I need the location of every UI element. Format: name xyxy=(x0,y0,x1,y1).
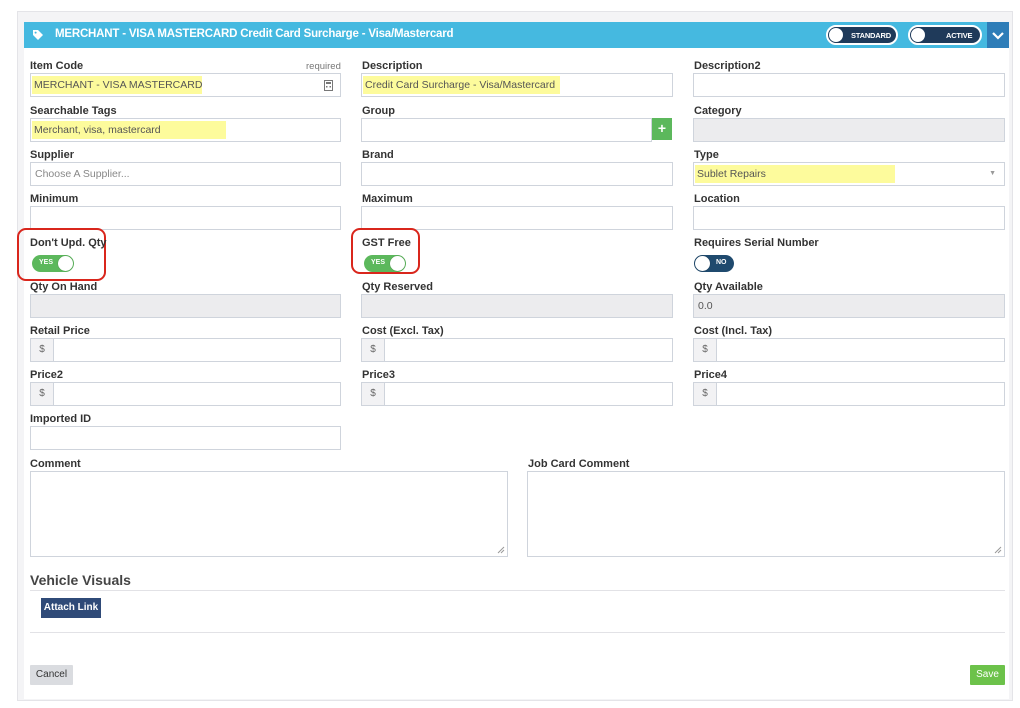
tags-value: Merchant, visa, mastercard xyxy=(34,124,161,136)
category-label: Category xyxy=(694,105,742,117)
brand-input[interactable] xyxy=(361,162,673,186)
price3-input[interactable]: $ xyxy=(361,382,673,406)
title-bar: MERCHANT - VISA MASTERCARD Credit Card S… xyxy=(24,22,1009,48)
caret-down-icon: ▼ xyxy=(989,170,996,177)
item-code-input[interactable]: MERCHANT - VISA MASTERCARD xyxy=(30,73,341,97)
type-label: Type xyxy=(694,149,719,161)
qty-reserved-label: Qty Reserved xyxy=(362,281,433,293)
currency-addon: $ xyxy=(362,339,385,361)
description2-input[interactable] xyxy=(693,73,1005,97)
vehicle-visuals-title: Vehicle Visuals xyxy=(30,572,131,588)
page-title: MERCHANT - VISA MASTERCARD Credit Card S… xyxy=(55,28,454,40)
currency-addon: $ xyxy=(694,383,717,405)
maximum-label: Maximum xyxy=(362,193,413,205)
highlight: Credit Card Surcharge - Visa/Mastercard xyxy=(363,76,560,94)
highlight: MERCHANT - VISA MASTERCARD xyxy=(32,76,202,94)
comment-label: Comment xyxy=(30,458,81,470)
calculator-icon xyxy=(324,80,333,91)
currency-addon: $ xyxy=(694,339,717,361)
price3-label: Price3 xyxy=(362,369,396,381)
toggle-state: NO xyxy=(716,259,727,266)
minimum-input[interactable] xyxy=(30,206,341,230)
price2-input[interactable]: $ xyxy=(30,382,341,406)
tags-label: Searchable Tags xyxy=(30,105,117,117)
cancel-button[interactable]: Cancel xyxy=(30,665,73,685)
item-code-value: MERCHANT - VISA MASTERCARD xyxy=(34,79,203,91)
toggle-knob xyxy=(911,28,925,42)
type-select[interactable]: Sublet Repairs ▼ xyxy=(693,162,1005,186)
toggle-state: YES xyxy=(371,259,386,266)
tag-icon xyxy=(33,30,43,40)
imported-id-label: Imported ID xyxy=(30,413,92,425)
standard-toggle[interactable]: STANDARD xyxy=(826,25,898,45)
supplier-select[interactable]: Choose A Supplier... xyxy=(30,162,341,186)
qty-available-label: Qty Available xyxy=(694,281,763,293)
toggle-knob xyxy=(829,28,843,42)
cost-incl-label: Cost (Incl. Tax) xyxy=(694,325,773,337)
maximum-input[interactable] xyxy=(361,206,673,230)
gst-free-toggle[interactable]: YES xyxy=(364,255,406,272)
supplier-placeholder: Choose A Supplier... xyxy=(35,168,130,180)
add-group-button[interactable]: + xyxy=(652,118,672,140)
highlight: Sublet Repairs xyxy=(695,165,895,183)
divider xyxy=(30,632,1005,633)
dont-upd-qty-toggle[interactable]: YES xyxy=(32,255,74,272)
currency-addon: $ xyxy=(31,383,54,405)
qty-on-hand-label: Qty On Hand xyxy=(30,281,98,293)
chevron-down-icon xyxy=(992,32,1004,40)
comment-textarea[interactable] xyxy=(30,471,508,557)
attach-link-button[interactable]: Attach Link xyxy=(41,598,101,618)
brand-label: Brand xyxy=(362,149,394,161)
description-input[interactable]: Credit Card Surcharge - Visa/Mastercard xyxy=(361,73,673,97)
active-toggle[interactable]: ACTIVE xyxy=(908,25,982,45)
price4-input[interactable]: $ xyxy=(693,382,1005,406)
location-label: Location xyxy=(694,193,740,205)
supplier-label: Supplier xyxy=(30,149,75,161)
active-label: ACTIVE xyxy=(946,31,973,40)
toggle-knob xyxy=(695,256,710,271)
retail-price-input[interactable]: $ xyxy=(30,338,341,362)
serial-toggle[interactable]: NO xyxy=(694,255,734,272)
category-input xyxy=(693,118,1005,142)
dont-upd-qty-label: Don't Upd. Qty xyxy=(30,237,107,249)
divider xyxy=(30,590,1005,591)
toggle-knob xyxy=(58,256,73,271)
cost-excl-label: Cost (Excl. Tax) xyxy=(362,325,444,337)
location-input[interactable] xyxy=(693,206,1005,230)
retail-price-label: Retail Price xyxy=(30,325,90,337)
required-note: required xyxy=(306,61,341,72)
type-value: Sublet Repairs xyxy=(697,168,766,180)
description-value: Credit Card Surcharge - Visa/Mastercard xyxy=(365,79,556,91)
standard-label: STANDARD xyxy=(851,31,891,40)
qty-available-input: 0.0 xyxy=(693,294,1005,318)
qty-reserved-input xyxy=(361,294,673,318)
description2-label: Description2 xyxy=(694,60,761,72)
currency-addon: $ xyxy=(31,339,54,361)
job-card-comment-textarea[interactable] xyxy=(527,471,1005,557)
group-label: Group xyxy=(362,105,395,117)
resize-grip-icon[interactable] xyxy=(994,546,1002,554)
qty-available-value: 0.0 xyxy=(698,300,713,312)
toggle-state: YES xyxy=(39,259,54,266)
tags-input[interactable]: Merchant, visa, mastercard xyxy=(30,118,341,142)
collapse-button[interactable] xyxy=(987,22,1009,48)
save-button[interactable]: Save xyxy=(970,665,1005,685)
minimum-label: Minimum xyxy=(30,193,79,205)
price2-label: Price2 xyxy=(30,369,64,381)
imported-id-input[interactable] xyxy=(30,426,341,450)
serial-label: Requires Serial Number xyxy=(694,237,819,249)
toggle-knob xyxy=(390,256,405,271)
cost-excl-input[interactable]: $ xyxy=(361,338,673,362)
price4-label: Price4 xyxy=(694,369,728,381)
qty-on-hand-input xyxy=(30,294,341,318)
group-input[interactable] xyxy=(361,118,652,142)
gst-free-label: GST Free xyxy=(362,237,411,249)
resize-grip-icon[interactable] xyxy=(497,546,505,554)
currency-addon: $ xyxy=(362,383,385,405)
cost-incl-input[interactable]: $ xyxy=(693,338,1005,362)
item-code-label: Item Code xyxy=(30,60,84,72)
description-label: Description xyxy=(362,60,423,72)
job-card-comment-label: Job Card Comment xyxy=(528,458,630,470)
highlight: Merchant, visa, mastercard xyxy=(32,121,226,139)
